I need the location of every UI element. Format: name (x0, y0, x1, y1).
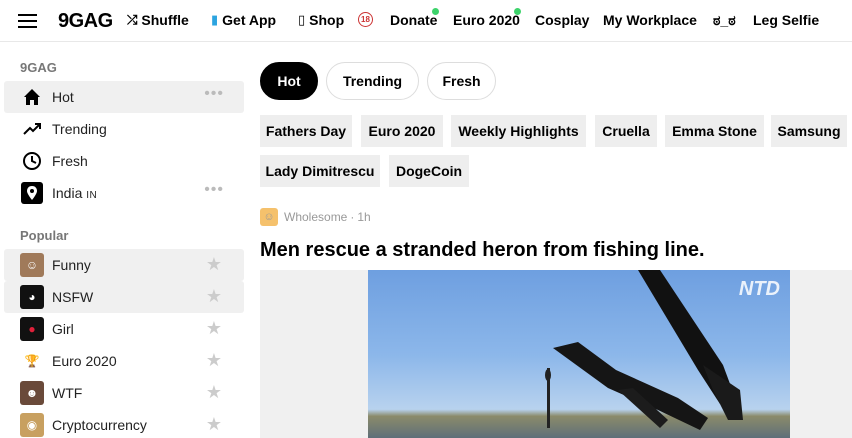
nav-18-plus[interactable]: 18 (358, 12, 373, 27)
post-age: 1h (357, 210, 371, 224)
tag-lady-dimitrescu[interactable]: Lady Dimitrescu (260, 155, 380, 187)
sidebar-item-name: India (52, 185, 83, 201)
main-feed: Hot Trending Fresh Fathers Day Euro 2020… (260, 43, 852, 438)
nav-shuffle[interactable]: ⤮ Shuffle (127, 12, 189, 28)
euro-trophy-icon: 🏆 (20, 349, 44, 373)
bag-icon: ▯ (298, 12, 306, 27)
sidebar-item-label: Girl (52, 321, 74, 337)
more-options-icon[interactable]: ••• (204, 85, 224, 103)
location-icon (20, 181, 44, 205)
nav-look-of-disapproval[interactable]: ಠ_ಠ (713, 12, 736, 29)
sidebar-item-cryptocurrency[interactable]: ◉ Cryptocurrency ★ (4, 409, 244, 438)
sidebar-section-title-9gag: 9GAG (20, 60, 57, 75)
tab-fresh[interactable]: Fresh (427, 62, 496, 100)
star-icon[interactable]: ★ (206, 382, 222, 403)
nsfw-thumbnail: ◕ (20, 285, 44, 309)
phone-icon: ▮ (211, 12, 219, 27)
nav-euro-2020-label: Euro 2020 (453, 12, 520, 28)
sidebar-item-label: Fresh (52, 153, 88, 169)
funny-thumbnail: ☺ (20, 253, 44, 277)
star-icon[interactable]: ★ (206, 414, 222, 435)
tag-emma-stone[interactable]: Emma Stone (665, 115, 764, 147)
nav-shop[interactable]: ▯ Shop (298, 12, 344, 28)
more-options-icon[interactable]: ••• (204, 181, 224, 199)
nav-shuffle-label: Shuffle (141, 12, 189, 28)
sidebar-item-fresh[interactable]: Fresh (4, 145, 244, 177)
tab-trending[interactable]: Trending (326, 62, 419, 100)
clock-icon (20, 149, 44, 173)
tag-dogecoin[interactable]: DogeCoin (389, 155, 469, 187)
tag-weekly-highlights[interactable]: Weekly Highlights (451, 115, 586, 147)
post-meta: ☺ Wholesome · 1h (260, 208, 371, 226)
sidebar-item-euro-2020[interactable]: 🏆 Euro 2020 ★ (4, 345, 244, 377)
sidebar-item-label: Funny (52, 257, 91, 273)
sidebar-item-label: Trending (52, 121, 107, 137)
country-code: IN (86, 190, 98, 201)
post-title[interactable]: Men rescue a stranded heron from fishing… (260, 239, 705, 262)
home-icon (20, 85, 44, 109)
18-plus-icon: 18 (358, 12, 373, 27)
nav-cosplay-label: Cosplay (535, 12, 590, 28)
sidebar-item-label: Euro 2020 (52, 353, 117, 369)
heron-scene-illustration (545, 270, 743, 430)
site-logo[interactable]: 9GAG (58, 10, 113, 33)
sidebar-section-title-popular: Popular (20, 228, 69, 243)
tab-hot[interactable]: Hot (260, 62, 318, 100)
sidebar: 9GAG Hot ••• Trending Fresh India IN •••… (0, 43, 244, 438)
star-icon[interactable]: ★ (206, 254, 222, 275)
sidebar-item-trending[interactable]: Trending (4, 113, 244, 145)
tag-fathers-day[interactable]: Fathers Day (260, 115, 352, 147)
sidebar-item-hot[interactable]: Hot ••• (4, 81, 244, 113)
nav-my-workplace-label: My Workplace (603, 12, 697, 28)
nav-shop-label: Shop (309, 12, 345, 28)
sidebar-item-wtf[interactable]: ☻ WTF ★ (4, 377, 244, 409)
nav-my-workplace[interactable]: My Workplace (603, 12, 697, 28)
nav-leg-selfie[interactable]: Leg Selfie (753, 12, 819, 28)
lips-icon: ● (20, 317, 44, 341)
star-icon[interactable]: ★ (206, 318, 222, 339)
sidebar-item-india[interactable]: India IN ••• (4, 177, 244, 209)
top-navigation-bar: 9GAG ⤮ Shuffle ▮ Get App ▯ Shop 18 Donat… (0, 0, 852, 42)
tag-euro-2020[interactable]: Euro 2020 (361, 115, 443, 147)
post-media[interactable]: NTD (368, 270, 790, 438)
nav-donate[interactable]: Donate (390, 8, 439, 28)
post-section[interactable]: Wholesome (284, 210, 347, 224)
new-indicator-dot (514, 8, 521, 15)
nav-cosplay[interactable]: Cosplay (535, 12, 589, 28)
nav-get-app[interactable]: ▮ Get App (211, 12, 276, 28)
new-indicator-dot (432, 8, 439, 15)
wtf-thumbnail: ☻ (20, 381, 44, 405)
tag-cruella[interactable]: Cruella (595, 115, 657, 147)
sidebar-item-label: NSFW (52, 289, 94, 305)
nav-look-of-disapproval-label: ಠ_ಠ (713, 12, 736, 28)
trending-icon (20, 117, 44, 141)
sidebar-item-label: Hot (52, 89, 74, 105)
ntd-watermark: NTD (738, 278, 780, 300)
wholesome-icon[interactable]: ☺ (260, 208, 278, 226)
hamburger-menu-icon[interactable] (18, 14, 37, 28)
sidebar-item-nsfw[interactable]: ◕ NSFW ★ (4, 281, 244, 313)
sidebar-item-funny[interactable]: ☺ Funny ★ (4, 249, 244, 281)
sidebar-item-label: India IN (52, 185, 97, 201)
tag-samsung[interactable]: Samsung (771, 115, 847, 147)
sidebar-item-label: WTF (52, 385, 83, 401)
nav-euro-2020[interactable]: Euro 2020 (453, 8, 521, 28)
star-icon[interactable]: ★ (206, 286, 222, 307)
sidebar-item-girl[interactable]: ● Girl ★ (4, 313, 244, 345)
sidebar-item-label: Cryptocurrency (52, 417, 147, 433)
nav-donate-label: Donate (390, 12, 438, 28)
nav-leg-selfie-label: Leg Selfie (753, 12, 820, 28)
meta-separator: · (350, 210, 355, 224)
nav-get-app-label: Get App (222, 12, 277, 28)
star-icon[interactable]: ★ (206, 350, 222, 371)
shuffle-icon: ⤮ (127, 12, 138, 27)
doge-thumbnail: ◉ (20, 413, 44, 437)
